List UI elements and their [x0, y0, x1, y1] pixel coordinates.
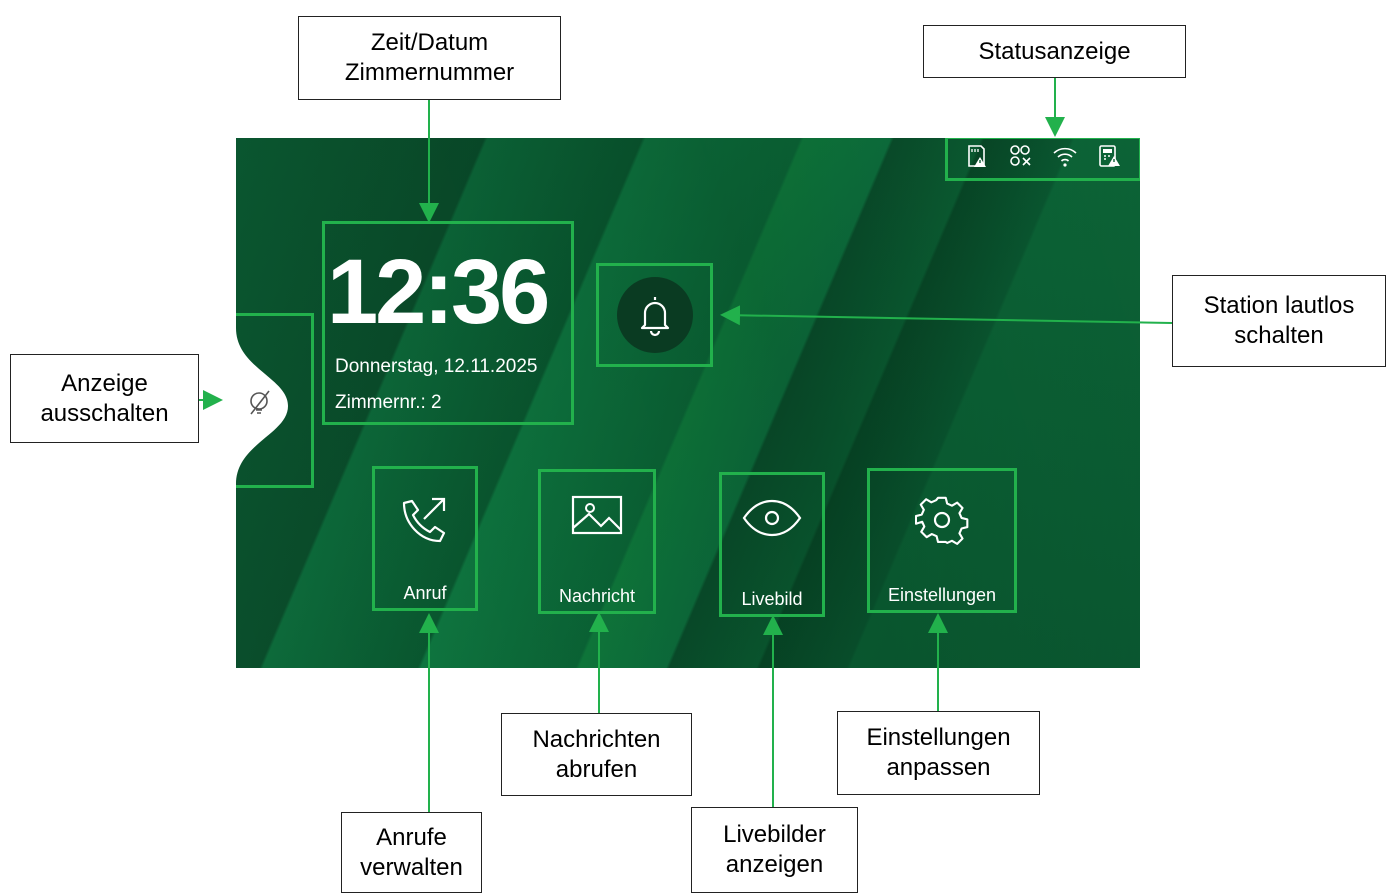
callout-display-off: Anzeige ausschalten	[10, 354, 199, 443]
callout-messages: Nachrichten abrufen	[501, 713, 692, 796]
callout-live: Livebilder anzeigen	[691, 807, 858, 893]
tile-call-label: Anruf	[403, 583, 447, 603]
image-icon	[571, 495, 623, 535]
clock-panel: 12:36 Donnerstag, 12.11.2025 Zimmernr.: …	[322, 221, 574, 425]
callout-calls: Anrufe verwalten	[341, 812, 482, 893]
callout-mute-text: Station lautlos schalten	[1203, 292, 1355, 349]
clock-time: 12:36	[327, 241, 550, 343]
device-warning-icon	[1096, 143, 1122, 174]
tile-settings[interactable]: Einstellungen	[867, 468, 1017, 613]
tile-live-label: Livebild	[741, 589, 803, 609]
device-screen: 12:36 Donnerstag, 12.11.2025 Zimmernr.: …	[236, 138, 1140, 668]
callout-settings-text: Einstellungen anpassen	[866, 724, 1011, 781]
tile-settings-label: Einstellungen	[887, 585, 997, 605]
no-link-icon	[1008, 143, 1034, 174]
status-bar	[945, 138, 1140, 181]
callout-time-date: Zeit/Datum Zimmernummer	[298, 16, 561, 100]
sd-card-warning-icon	[964, 143, 990, 174]
callout-calls-text: Anrufe verwalten	[360, 823, 463, 881]
tile-message[interactable]: Nachricht	[538, 469, 656, 614]
wifi-icon	[1052, 143, 1078, 174]
callout-time-date-text: Zeit/Datum Zimmernummer	[344, 29, 515, 86]
clock-date: Donnerstag, 12.11.2025	[335, 356, 538, 377]
room-number: Zimmernr.: 2	[335, 392, 442, 413]
gear-icon	[915, 496, 969, 545]
callout-status: Statusanzeige	[923, 25, 1186, 78]
tile-message-label: Nachricht	[558, 586, 636, 606]
tile-live[interactable]: Livebild	[719, 472, 825, 617]
callout-live-text: Livebilder anzeigen	[723, 821, 826, 878]
callout-messages-text: Nachrichten abrufen	[532, 725, 661, 783]
callout-mute: Station lautlos schalten	[1172, 275, 1386, 367]
mute-button-frame	[596, 263, 713, 367]
display-off-button[interactable]	[236, 328, 288, 484]
phone-outgoing-icon	[402, 497, 446, 543]
tile-call[interactable]: Anruf	[372, 466, 478, 611]
bell-icon	[640, 297, 669, 337]
callout-settings: Einstellungen anpassen	[837, 711, 1040, 795]
eye-icon	[742, 499, 802, 537]
mute-button[interactable]	[616, 277, 693, 353]
callout-status-text: Statusanzeige	[978, 37, 1131, 65]
callout-display-off-text: Anzeige ausschalten	[40, 369, 169, 427]
